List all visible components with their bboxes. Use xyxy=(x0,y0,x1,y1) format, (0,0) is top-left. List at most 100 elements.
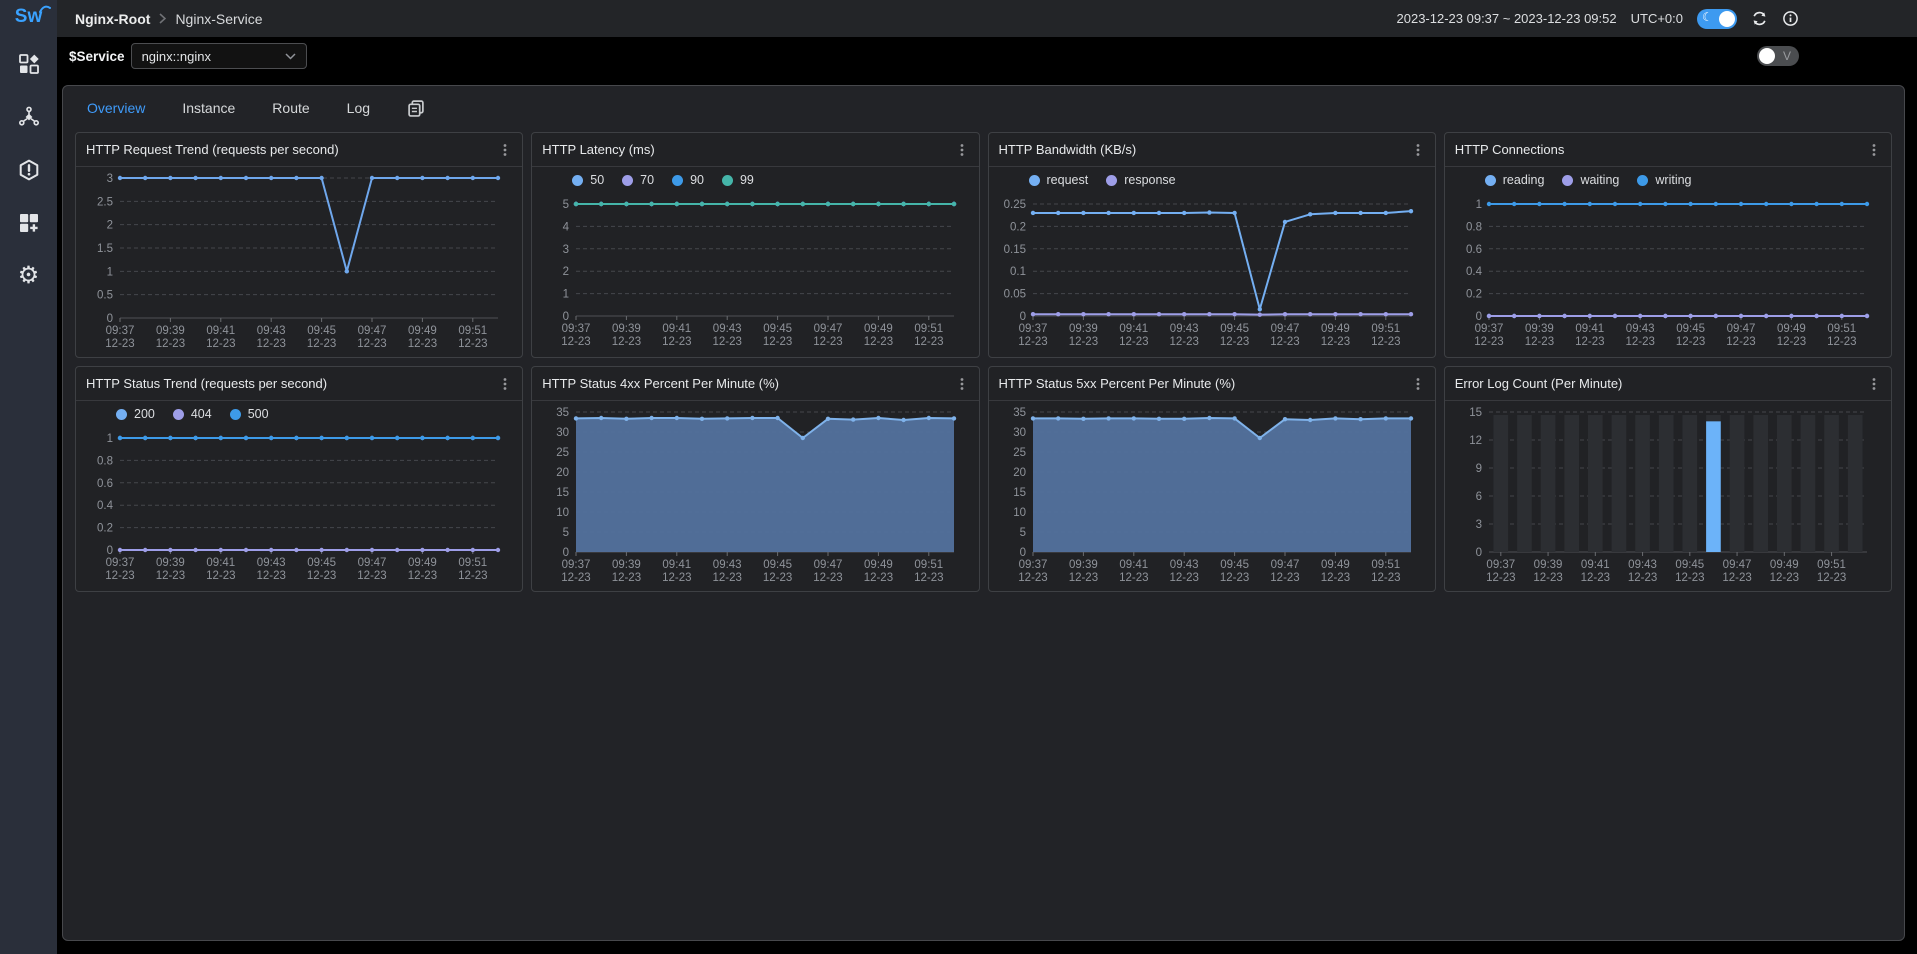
sidebar-item-marketplace[interactable] xyxy=(17,211,41,235)
kebab-menu-icon[interactable] xyxy=(1867,143,1881,157)
chart-canvas[interactable]: 0510152025303509:3712-2309:3912-2309:411… xyxy=(536,401,966,586)
legend-dot xyxy=(1106,175,1117,186)
kebab-menu-icon[interactable] xyxy=(1867,377,1881,391)
legend-item[interactable]: writing xyxy=(1637,173,1691,187)
card-body: 0369121509:3712-2309:3912-2309:4112-2309… xyxy=(1445,401,1891,591)
topology-icon xyxy=(17,105,41,129)
kebab-menu-icon[interactable] xyxy=(955,377,969,391)
svg-text:09:43: 09:43 xyxy=(713,559,742,571)
svg-text:09:43: 09:43 xyxy=(1169,323,1198,335)
service-select[interactable]: nginx::nginx xyxy=(131,43,307,69)
svg-text:12-23: 12-23 xyxy=(713,336,742,348)
sidebar-item-topology[interactable] xyxy=(17,105,41,129)
legend-dot xyxy=(672,175,683,186)
card-title: HTTP Status Trend (requests per second) xyxy=(86,376,327,391)
svg-text:3: 3 xyxy=(1475,519,1481,531)
svg-text:12-23: 12-23 xyxy=(1371,336,1400,348)
tab-route[interactable]: Route xyxy=(272,100,309,116)
svg-text:12-23: 12-23 xyxy=(1018,336,1047,348)
legend-item[interactable]: 99 xyxy=(722,173,754,187)
svg-text:09:41: 09:41 xyxy=(663,323,692,335)
info-button[interactable] xyxy=(1782,10,1799,27)
legend-label: 50 xyxy=(590,173,604,187)
sidebar-item-settings[interactable]: ⚙ xyxy=(17,264,41,288)
sidebar-item-alerting[interactable] xyxy=(17,158,41,182)
kebab-menu-icon[interactable] xyxy=(1411,143,1425,157)
breadcrumb-current[interactable]: Nginx-Service xyxy=(175,11,262,27)
legend-item[interactable]: 500 xyxy=(230,407,269,421)
svg-text:12-23: 12-23 xyxy=(1776,336,1805,348)
legend-dot xyxy=(116,409,127,420)
chart-canvas[interactable]: 00.511.522.5309:3712-2309:3912-2309:4112… xyxy=(80,167,510,352)
kebab-menu-icon[interactable] xyxy=(955,143,969,157)
svg-text:12-23: 12-23 xyxy=(206,338,235,350)
card-header: HTTP Latency (ms) xyxy=(532,133,978,167)
tab-overview[interactable]: Overview xyxy=(87,100,145,116)
svg-text:09:37: 09:37 xyxy=(106,325,135,337)
legend-item[interactable]: reading xyxy=(1485,173,1545,187)
svg-text:0: 0 xyxy=(107,313,113,325)
legend-item[interactable]: 50 xyxy=(572,173,604,187)
svg-text:09:41: 09:41 xyxy=(1119,559,1148,571)
sidebar-item-dashboards[interactable] xyxy=(17,52,41,76)
card-header: HTTP Bandwidth (KB/s) xyxy=(989,133,1435,167)
svg-text:25: 25 xyxy=(556,447,569,459)
kebab-menu-icon[interactable] xyxy=(498,143,512,157)
legend-item[interactable]: request xyxy=(1029,173,1089,187)
svg-text:12-23: 12-23 xyxy=(1219,572,1248,584)
service-select-value: nginx::nginx xyxy=(142,49,211,64)
breadcrumb-root[interactable]: Nginx-Root xyxy=(75,11,150,27)
svg-text:15: 15 xyxy=(556,487,569,499)
kebab-menu-icon[interactable] xyxy=(498,377,512,391)
svg-text:0: 0 xyxy=(1475,547,1481,559)
svg-text:0.4: 0.4 xyxy=(97,500,114,512)
chart-canvas[interactable]: 00.20.40.60.8109:3712-2309:3912-2309:411… xyxy=(1449,193,1879,350)
svg-text:09:41: 09:41 xyxy=(1581,559,1610,571)
card-body: request response 00.050.10.150.20.2509:37… xyxy=(989,167,1435,357)
svg-text:09:45: 09:45 xyxy=(1220,323,1249,335)
chart-canvas[interactable]: 0510152025303509:3712-2309:3912-2309:411… xyxy=(993,401,1423,586)
chart-canvas[interactable]: 00.20.40.60.8109:3712-2309:3912-2309:411… xyxy=(80,427,510,584)
theme-toggle[interactable]: ☾ xyxy=(1697,9,1737,29)
legend-item[interactable]: 90 xyxy=(672,173,704,187)
svg-text:09:45: 09:45 xyxy=(307,557,336,569)
svg-text:09:43: 09:43 xyxy=(1626,323,1655,335)
app-logo[interactable]: Sw xyxy=(15,6,42,28)
tab-log[interactable]: Log xyxy=(347,100,370,116)
chart-canvas[interactable]: 01234509:3712-2309:3912-2309:4112-2309:4… xyxy=(536,193,966,350)
view-edit-toggle[interactable]: V xyxy=(1757,46,1799,66)
svg-text:12-23: 12-23 xyxy=(206,570,235,582)
svg-text:09:39: 09:39 xyxy=(156,557,185,569)
chart-canvas[interactable]: 00.050.10.150.20.2509:3712-2309:3912-230… xyxy=(993,193,1423,350)
time-range[interactable]: 2023-12-23 09:37 ~ 2023-12-23 09:52 xyxy=(1397,11,1617,26)
svg-text:12-23: 12-23 xyxy=(357,338,386,350)
svg-text:12-23: 12-23 xyxy=(612,336,641,348)
legend-item[interactable]: response xyxy=(1106,173,1175,187)
svg-text:20: 20 xyxy=(1013,467,1026,479)
refresh-button[interactable] xyxy=(1751,10,1768,27)
copy-dashboard-button[interactable] xyxy=(407,99,425,117)
svg-text:09:45: 09:45 xyxy=(1676,323,1705,335)
refresh-icon xyxy=(1751,10,1768,27)
widgets-plus-icon xyxy=(17,211,41,235)
svg-text:09:37: 09:37 xyxy=(1018,323,1047,335)
legend-item[interactable]: 404 xyxy=(173,407,212,421)
svg-text:12-23: 12-23 xyxy=(256,338,285,350)
svg-text:5: 5 xyxy=(563,199,569,211)
legend-item[interactable]: 200 xyxy=(116,407,155,421)
tab-instance[interactable]: Instance xyxy=(182,100,235,116)
legend-item[interactable]: 70 xyxy=(622,173,654,187)
dashboard-panel: Overview Instance Route Log HTTP Request… xyxy=(62,85,1905,941)
svg-text:12-23: 12-23 xyxy=(1769,572,1798,584)
moon-icon: ☾ xyxy=(1702,10,1713,24)
card-body: 0510152025303509:3712-2309:3912-2309:411… xyxy=(989,401,1435,591)
chart-card-http-status-4xx-percent: HTTP Status 4xx Percent Per Minute (%) 0… xyxy=(531,366,979,592)
kebab-menu-icon[interactable] xyxy=(1411,377,1425,391)
svg-text:12-23: 12-23 xyxy=(408,338,437,350)
legend-label: reading xyxy=(1503,173,1545,187)
svg-text:12-23: 12-23 xyxy=(814,572,843,584)
chart-canvas[interactable]: 0369121509:3712-2309:3912-2309:4112-2309… xyxy=(1449,401,1879,586)
legend-item[interactable]: waiting xyxy=(1562,173,1619,187)
legend-dot xyxy=(722,175,733,186)
card-header: HTTP Status 5xx Percent Per Minute (%) xyxy=(989,367,1435,401)
